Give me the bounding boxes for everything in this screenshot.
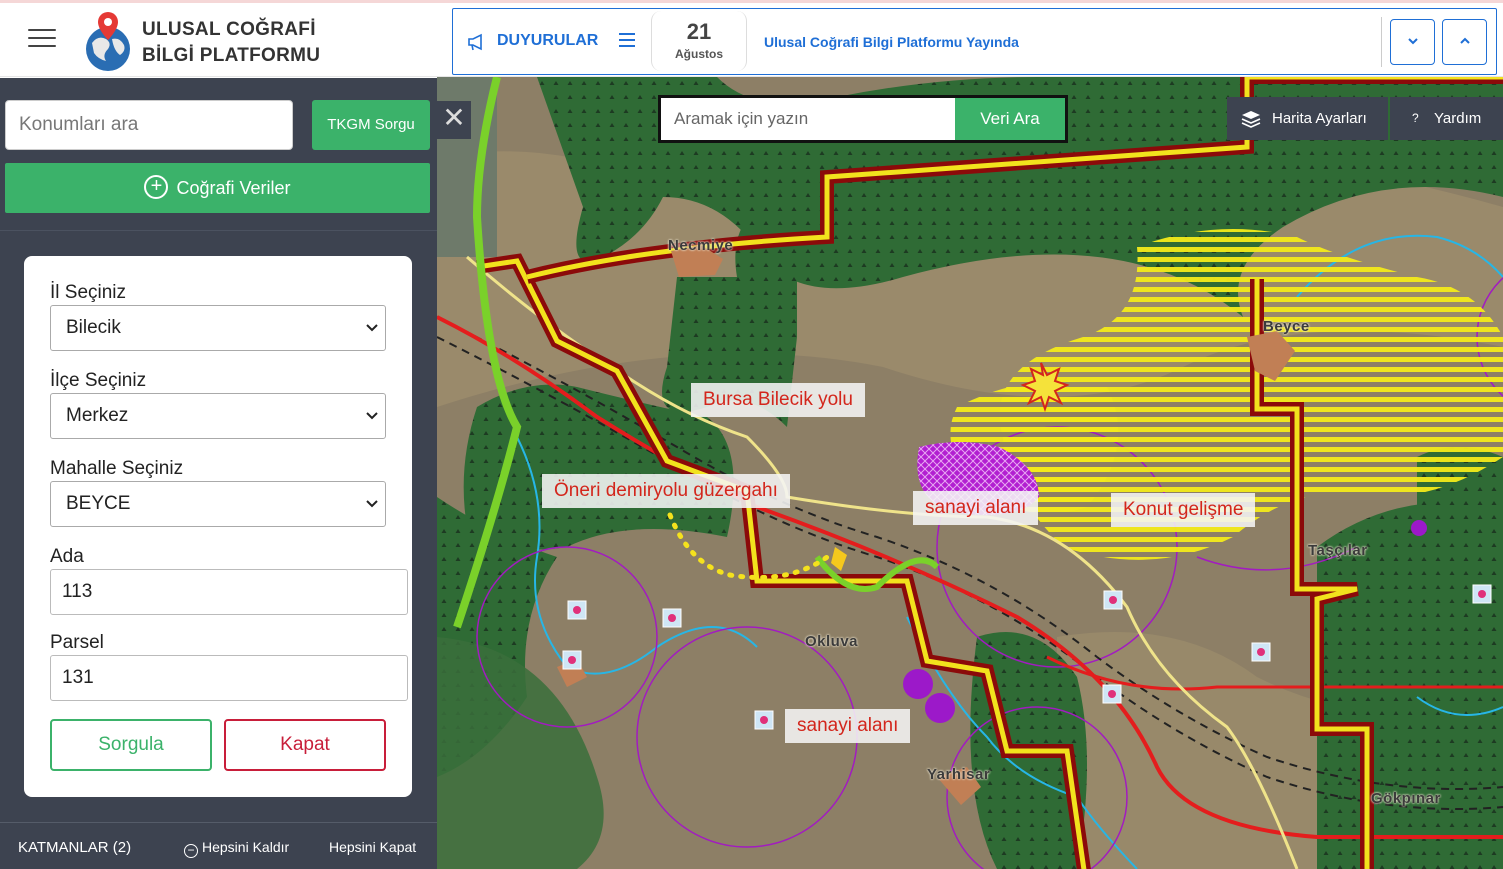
plus-circle-icon: + (144, 174, 169, 199)
parcel-label: Parsel (50, 632, 104, 653)
district-label: İlçe Seçiniz (50, 370, 147, 391)
megaphone-icon (468, 33, 482, 51)
next-announcement-button[interactable] (1390, 19, 1435, 65)
remove-all-layers-button[interactable]: − Hepsini Kaldır (184, 839, 289, 858)
announcement-date: 21 Ağustos (651, 11, 747, 71)
industry-label-2: sanayi alanı (785, 709, 911, 743)
close-all-layers-button[interactable]: Hepsini Kapat (329, 839, 416, 855)
block-input[interactable] (50, 569, 408, 615)
road-label: Bursa Bilecik yolu (691, 383, 865, 417)
remove-all-label: Hepsini Kaldır (202, 839, 290, 855)
map-settings-label: Harita Ayarları (1272, 110, 1367, 127)
help-button[interactable]: ? Yardım (1390, 97, 1503, 140)
map-search-input[interactable] (661, 98, 955, 140)
announcement-text[interactable]: Ulusal Coğrafi Bilgi Platformu Yayında (764, 34, 1019, 50)
parcel-query-form: İl Seçiniz Bilecik İlçe Seçiniz Merkez M… (24, 256, 412, 797)
province-label: İl Seçiniz (50, 282, 127, 303)
brand-line-2: BİLGİ PLATFORMU (142, 45, 321, 66)
geographic-data-button[interactable]: + Coğrafi Veriler (5, 163, 430, 213)
announcement-bar: DUYURULAR 21 Ağustos Ulusal Coğrafi Bilg… (452, 8, 1497, 75)
industry-label: sanayi alanı (913, 491, 1039, 525)
chevron-down-icon (366, 324, 378, 332)
map-search-box: Veri Ara (658, 95, 1068, 143)
sidebar-panel: TKGM Sorgu + Coğrafi Veriler İl Seçiniz B… (0, 78, 437, 869)
map-canvas[interactable] (437, 77, 1503, 869)
brand-title: ULUSAL COĞRAFİ BİLGİ PLATFORMU (142, 17, 320, 69)
hamburger-icon[interactable] (28, 29, 56, 51)
neighborhood-select[interactable]: BEYCE (50, 481, 386, 527)
query-button[interactable]: Sorgula (50, 719, 212, 771)
minus-circle-icon: − (184, 844, 198, 858)
layers-icon (1241, 111, 1261, 128)
close-form-button[interactable]: Kapat (224, 719, 386, 771)
chevron-down-icon (366, 500, 378, 508)
place-label-okluva: Okluva (805, 633, 859, 650)
layers-title[interactable]: KATMANLAR (2) (18, 839, 131, 856)
block-label: Ada (50, 546, 84, 567)
province-value: Bilecik (66, 317, 121, 338)
chevron-down-icon (366, 412, 378, 420)
close-panel-button[interactable]: ✕ (437, 101, 471, 139)
geographic-data-label: Coğrafi Veriler (176, 177, 291, 198)
place-label-beyce: Beyce (1263, 318, 1310, 335)
place-label-necmiye: Necmiye (668, 237, 734, 254)
announcements-title[interactable]: DUYURULAR (497, 32, 598, 50)
chevron-up-icon (1460, 37, 1470, 44)
app-root: ULUSAL COĞRAFİ BİLGİ PLATFORMU DUYURULAR… (0, 0, 1503, 869)
railway-label: Öneri demiryolu güzergahı (542, 474, 790, 508)
map-view[interactable]: ✕ Veri Ara Harita Ayarları ? Yardım Burs… (437, 77, 1503, 869)
tkgm-query-button[interactable]: TKGM Sorgu (312, 100, 430, 150)
map-settings-button[interactable]: Harita Ayarları (1227, 97, 1388, 140)
chevron-down-icon (1408, 38, 1418, 45)
place-label-tascilar: Taşçılar (1308, 542, 1368, 559)
previous-announcement-button[interactable] (1442, 19, 1487, 65)
date-day: 21 (686, 19, 712, 44)
divider (0, 230, 437, 231)
district-select[interactable]: Merkez (50, 393, 386, 439)
question-icon: ? (1412, 111, 1419, 125)
district-value: Merkez (66, 405, 129, 426)
layers-bar: KATMANLAR (2) − Hepsini Kaldır Hepsini Ka… (0, 822, 437, 869)
location-search-input[interactable] (5, 100, 293, 150)
neighborhood-label: Mahalle Seçiniz (50, 458, 184, 479)
place-label-yarhisar: Yarhisar (927, 766, 991, 783)
data-search-button[interactable]: Veri Ara (955, 98, 1065, 140)
housing-label: Konut gelişme (1111, 493, 1256, 527)
help-label: Yardım (1434, 110, 1482, 127)
header: ULUSAL COĞRAFİ BİLGİ PLATFORMU DUYURULAR… (0, 3, 1503, 77)
date-month: Ağustos (675, 47, 723, 61)
place-label-gokpinar: Gökpınar (1371, 790, 1441, 807)
brand-line-1: ULUSAL COĞRAFİ (142, 19, 316, 40)
neighborhood-value: BEYCE (66, 493, 131, 514)
parcel-input[interactable] (50, 655, 408, 701)
list-icon[interactable] (619, 33, 635, 47)
province-select[interactable]: Bilecik (50, 305, 386, 351)
globe-pin-logo[interactable] (82, 9, 138, 73)
divider (1381, 17, 1382, 67)
